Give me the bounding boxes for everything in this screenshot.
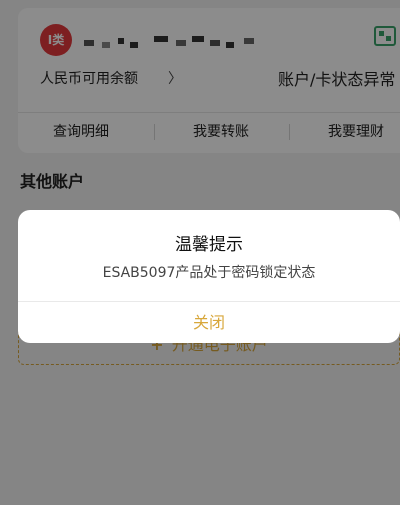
close-button[interactable]: 关闭 — [18, 302, 400, 343]
dialog-message: ESAB5097产品处于密码锁定状态 — [102, 265, 316, 281]
dialog-title: 温馨提示 — [175, 235, 243, 255]
alert-dialog: 温馨提示 ESAB5097产品处于密码锁定状态 关闭 — [18, 210, 400, 343]
